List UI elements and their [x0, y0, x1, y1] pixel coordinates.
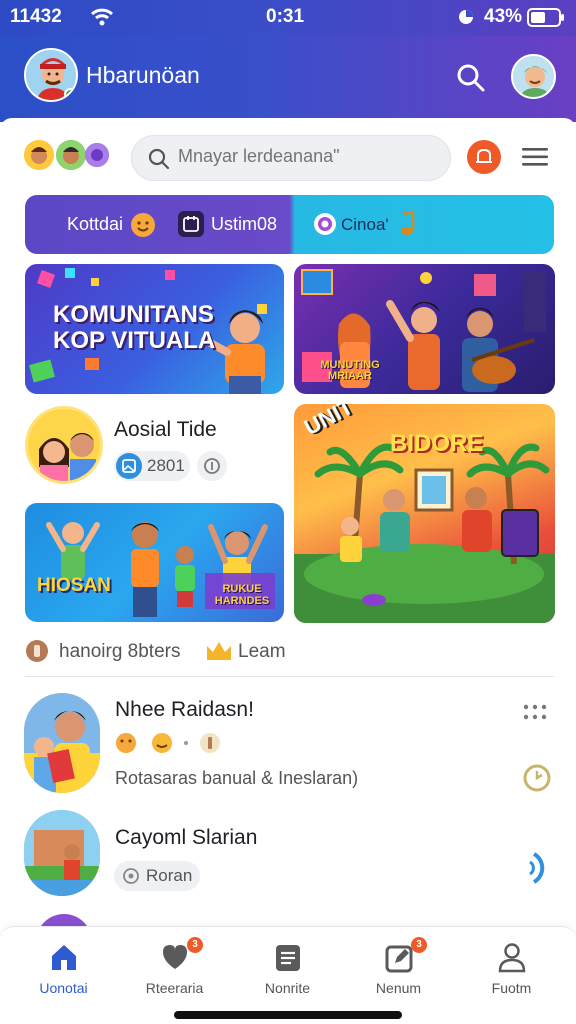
notes-icon	[276, 945, 300, 971]
battery-icon	[527, 8, 564, 27]
chip-second[interactable]: Ustim08	[175, 195, 295, 254]
nav-profile-label: Fuotm	[491, 980, 532, 996]
crown-emoji-icon	[207, 642, 231, 660]
nav-messages[interactable]: 3 Nenum	[341, 927, 456, 1007]
music-banner-label: MUNUTING MRIAAR	[320, 359, 380, 382]
audio-wave-icon[interactable]	[528, 850, 552, 886]
section-label: hanoirg 8bters	[59, 641, 181, 662]
feed-name: Cayoml Slarian	[115, 826, 258, 849]
nav-notes-label: Nonrite	[264, 980, 311, 996]
feed-avatar	[24, 810, 100, 896]
plus-circle-icon	[204, 458, 220, 474]
feed-tag-pill[interactable]: Roran	[114, 861, 200, 891]
app-screen: 11432 0:31 43% Hbarunöan Mnayar lerdeana…	[0, 0, 576, 1024]
search-bar[interactable]	[131, 135, 451, 181]
nav-home[interactable]: Uonotai	[6, 927, 121, 1007]
chip-second-label: Ustim08	[211, 214, 278, 234]
location-pin-icon	[123, 868, 139, 884]
status-time-left: 11432	[10, 6, 62, 27]
reaction-icons	[116, 733, 220, 753]
bottom-navigation: Uonotai 3 Rteeraria Nonrite 3 Nenum Fuot…	[0, 926, 576, 1024]
app-title: Hbarunöan	[86, 62, 200, 88]
kids-event-banner[interactable]: HIOSAN RUKUE HARNDES	[25, 503, 284, 622]
home-indicator[interactable]	[174, 1011, 402, 1019]
tropical-event-banner[interactable]: UNIT BIDORE	[294, 404, 555, 623]
kids-poster-left-text: HIOSAN	[37, 575, 111, 596]
image-icon	[116, 453, 142, 479]
nav-activity[interactable]: 3 Rteeraria	[117, 927, 232, 1007]
nav-profile[interactable]: Fuotm	[454, 927, 569, 1007]
story-add-icon[interactable]	[85, 143, 109, 167]
nav-notes[interactable]: Nonrite	[230, 927, 345, 1007]
story-avatar-2[interactable]	[56, 140, 86, 170]
chip-first-label: Kottdai	[67, 214, 124, 234]
focus-moon-icon	[459, 10, 473, 24]
more-options-icon[interactable]	[520, 702, 550, 722]
banner-title-line1: KOMUNITANS	[53, 301, 214, 328]
feed-tag: Roran	[146, 866, 193, 885]
community-banner[interactable]: KOMUNITANS KOP VITUALA	[25, 264, 284, 394]
chip-first[interactable]: Kottdai	[25, 195, 165, 254]
battery-percent: 43%	[484, 6, 523, 27]
nav-messages-label: Nenum	[375, 980, 422, 996]
section-icon	[26, 640, 48, 662]
search-icon[interactable]	[456, 63, 486, 93]
emoji-icon	[131, 213, 155, 237]
learn-link[interactable]: Leam	[238, 641, 286, 663]
follow-button[interactable]	[197, 451, 227, 481]
feed-item[interactable]: Nhee Raidasn! Rotasaras banual & Ineslar…	[0, 688, 576, 798]
banner-title-line2: KOP VITUALA	[53, 327, 216, 354]
bell-icon	[476, 148, 492, 163]
notification-button[interactable]	[467, 140, 501, 174]
wifi-icon	[91, 8, 113, 26]
calendar-icon	[178, 211, 204, 237]
members-count: 2801	[147, 456, 185, 475]
chip-third[interactable]: Cinoa'	[305, 195, 554, 254]
feed-subtitle: Rotasaras banual & Ineslaran)	[115, 768, 359, 788]
clock-icon[interactable]	[521, 762, 553, 794]
nav-activity-label: Rteeraria	[145, 980, 204, 996]
search-input[interactable]	[178, 146, 438, 167]
online-status-dot	[64, 88, 76, 100]
feed-name: Nhee Raidasn!	[115, 698, 254, 721]
menu-icon[interactable]	[520, 145, 550, 169]
nav-messages-badge: 3	[411, 937, 427, 953]
status-time-center: 0:31	[266, 6, 305, 27]
tropical-poster-text-b: BIDORE	[390, 430, 484, 457]
section-divider	[25, 676, 554, 677]
chip-third-label: Cinoa'	[341, 215, 389, 234]
group-avatar[interactable]	[25, 406, 103, 484]
members-count-pill[interactable]: 2801	[114, 451, 190, 481]
feed-item[interactable]: Cayoml Slarian Roran	[0, 808, 576, 908]
group-name: Aosial Tide	[114, 418, 217, 441]
profile-avatar[interactable]	[24, 48, 78, 102]
nav-home-label: Uonotai	[39, 980, 88, 996]
person-icon	[498, 943, 526, 973]
home-icon	[52, 945, 76, 970]
status-bar: 11432 0:31 43%	[0, 0, 576, 36]
record-icon	[314, 213, 336, 235]
kids-poster-right-text: RUKUE HARNDES	[214, 583, 270, 607]
friend-avatar[interactable]	[511, 54, 556, 99]
app-header: Hbarunöan	[0, 36, 576, 122]
feed-avatar	[24, 693, 100, 793]
music-party-banner[interactable]: MUNUTING MRIAAR	[294, 264, 555, 394]
category-chip-bar: Kottdai Ustim08 Cinoa'	[25, 195, 554, 254]
story-avatar-1[interactable]	[24, 140, 54, 170]
music-note-icon	[401, 210, 415, 235]
search-field-icon	[148, 148, 170, 170]
nav-activity-badge: 3	[187, 937, 203, 953]
